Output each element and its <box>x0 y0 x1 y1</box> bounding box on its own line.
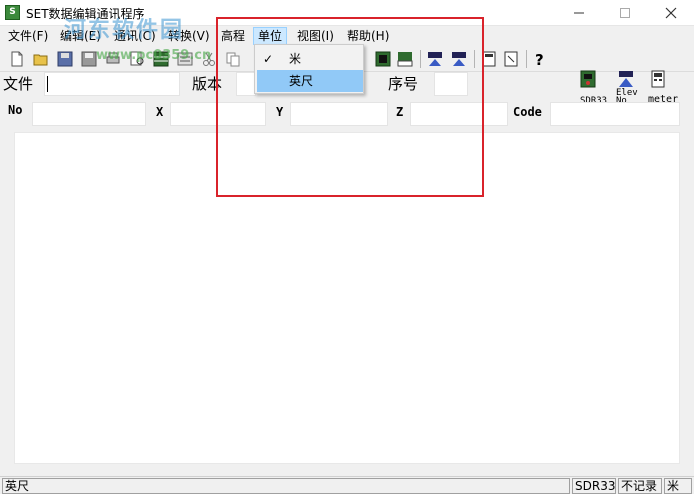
file-field[interactable] <box>44 72 180 96</box>
code-field[interactable] <box>550 102 680 126</box>
help-button[interactable]: ? <box>530 50 548 68</box>
status-unit2: 米 <box>664 478 692 494</box>
elev-no-icon <box>619 71 633 87</box>
save-icon <box>57 51 73 67</box>
status-bar: 英尺 SDR33 不记录 米 <box>0 476 694 494</box>
x-label: X <box>156 105 164 119</box>
meter-button[interactable] <box>650 70 666 88</box>
sdr33-icon <box>580 70 596 88</box>
menu-file[interactable]: 文件(F) <box>4 27 52 45</box>
meter-icon <box>651 70 665 88</box>
new-file-button[interactable] <box>8 50 26 68</box>
folder-open-icon <box>33 54 48 66</box>
maximize-button[interactable] <box>602 0 648 26</box>
app-icon: S <box>5 5 20 20</box>
open-file-button[interactable] <box>32 50 50 68</box>
maximize-icon <box>620 8 630 18</box>
status-unit: 英尺 <box>2 478 570 494</box>
no-label: No <box>8 103 23 117</box>
watermark-url: www.pc0359.cn <box>96 48 212 63</box>
status-format: SDR33 <box>572 478 616 494</box>
close-button[interactable] <box>648 0 694 26</box>
function-button[interactable] <box>502 50 520 68</box>
minimize-icon <box>574 12 584 14</box>
no-field[interactable] <box>32 102 146 126</box>
elev-no-button[interactable] <box>618 70 634 88</box>
minimize-button[interactable] <box>556 0 602 26</box>
function-icon <box>504 51 518 67</box>
toolbar-separator <box>526 50 527 68</box>
text-cursor <box>47 76 48 92</box>
status-record: 不记录 <box>618 478 662 494</box>
watermark-text: 河东软件园 <box>64 17 185 43</box>
help-question-icon: ? <box>535 51 544 68</box>
new-file-icon <box>11 51 23 67</box>
svg-text:?: ? <box>535 51 544 68</box>
close-icon <box>665 7 677 19</box>
highlight-annotation-box <box>216 17 484 197</box>
sdr33-button[interactable] <box>580 70 596 88</box>
save-button[interactable] <box>56 50 74 68</box>
file-label: 文件 <box>3 75 34 93</box>
code-label: Code <box>513 105 542 119</box>
